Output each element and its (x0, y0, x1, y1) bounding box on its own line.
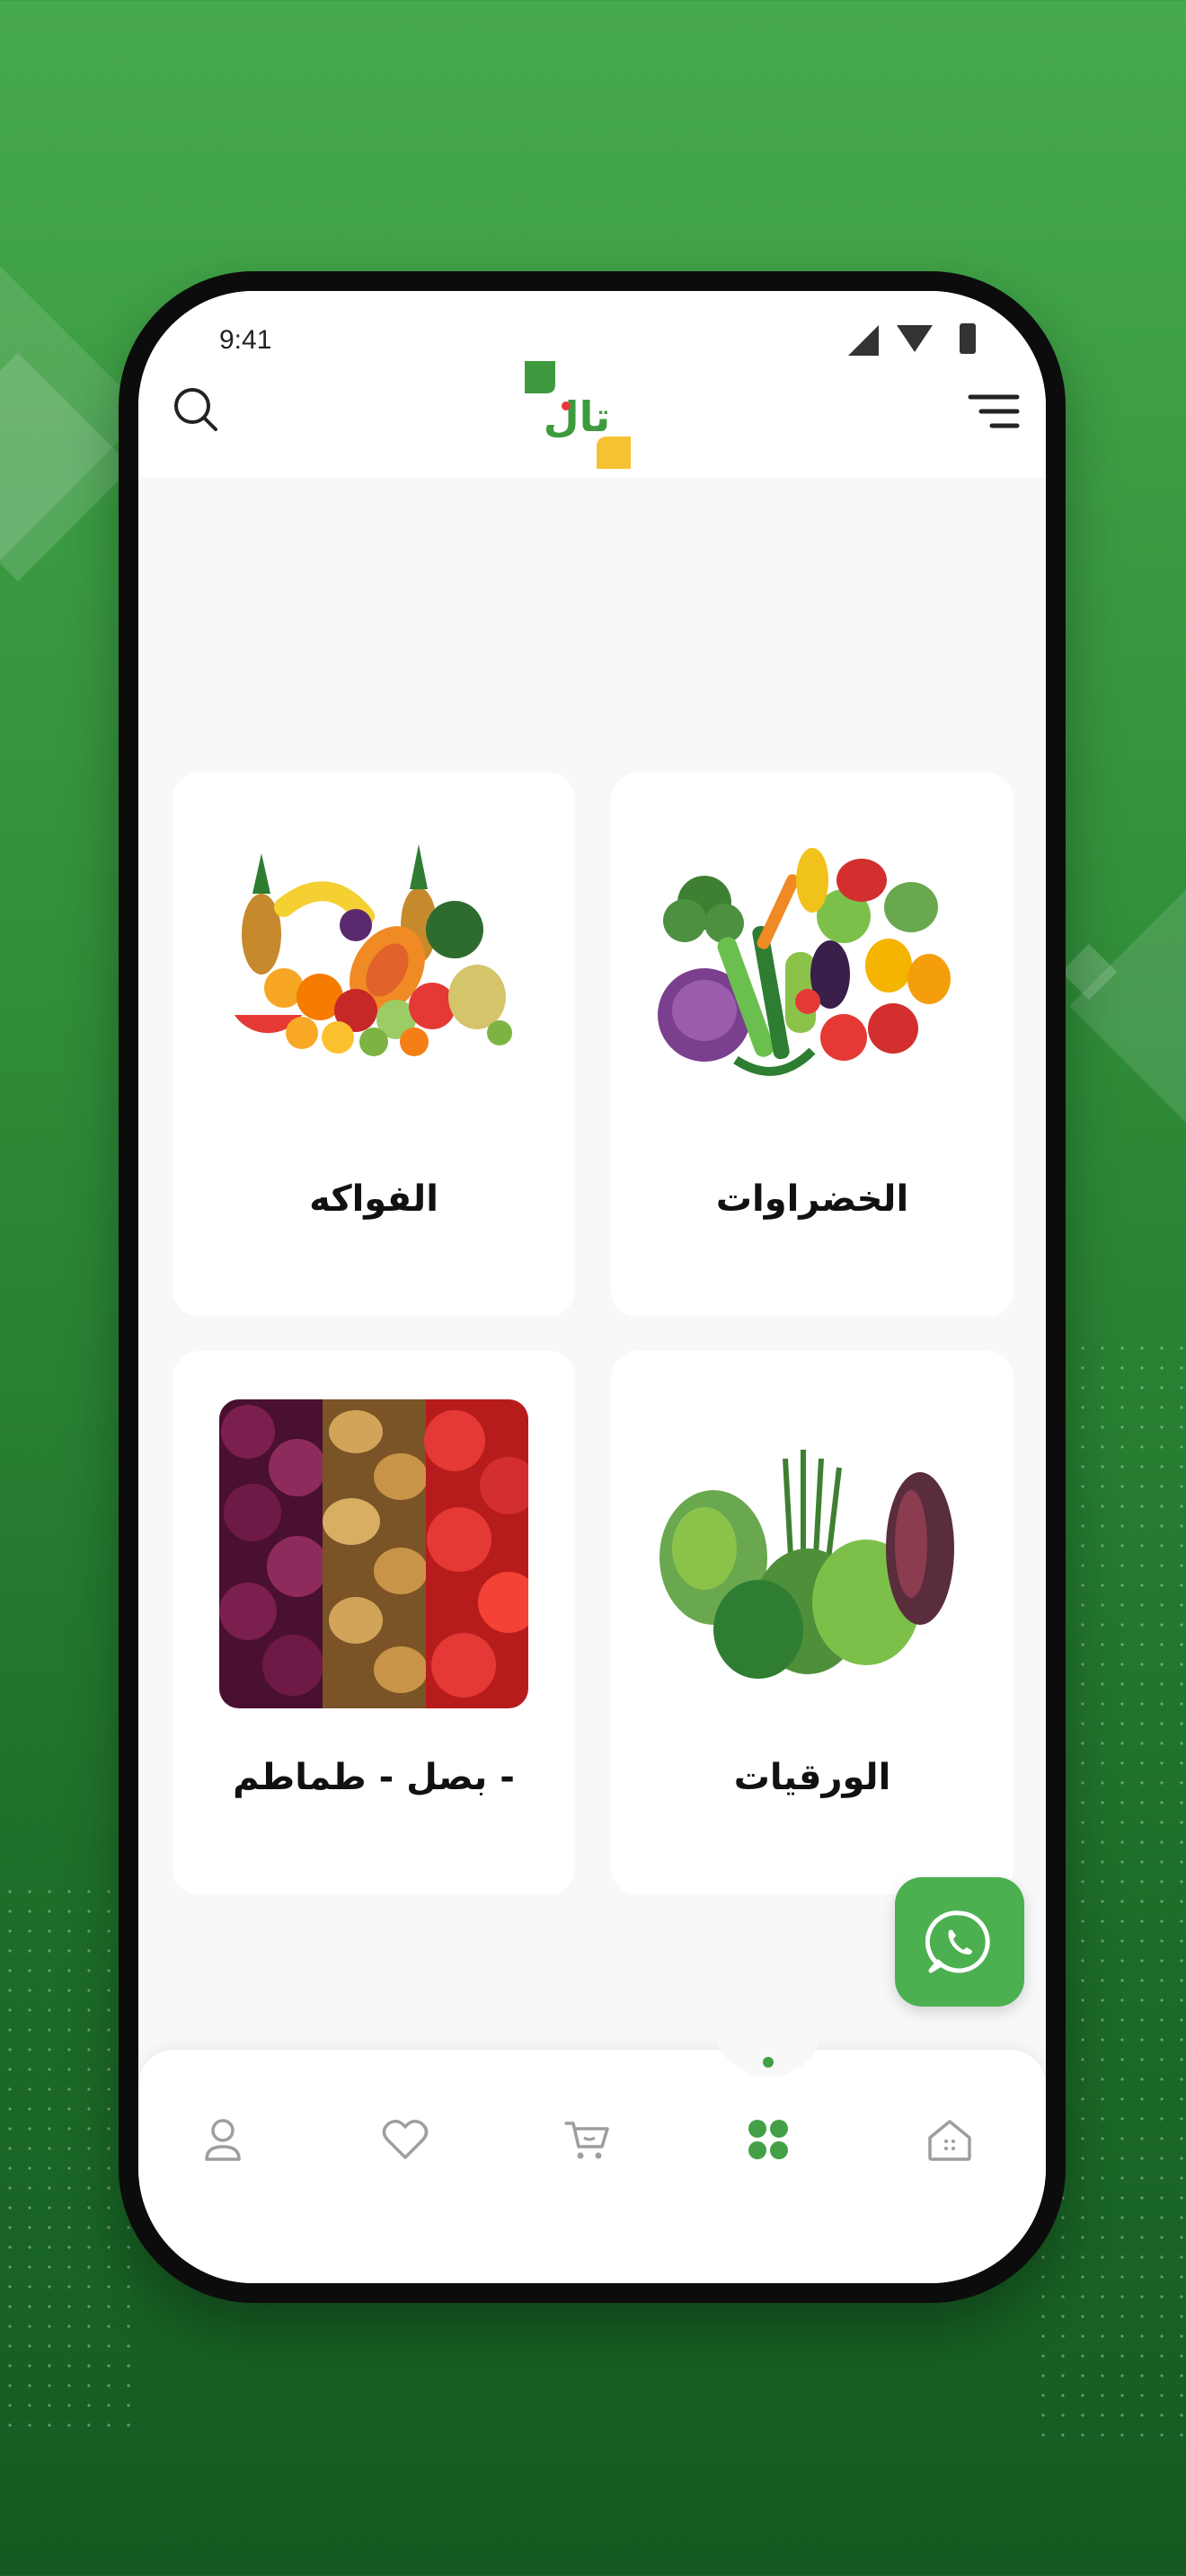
tab-profile[interactable] (187, 2104, 259, 2175)
bottom-tab-bar (138, 2023, 1046, 2283)
cart-icon (564, 2122, 609, 2159)
active-tab-dot (763, 2057, 774, 2068)
category-label: بصل - طماطم - (233, 1757, 515, 1798)
status-time: 9:41 (219, 325, 272, 355)
vegetables-image (658, 848, 951, 1076)
menu-icon (968, 394, 1020, 428)
category-card-vegetables[interactable]: الخضراوات (611, 772, 1013, 1317)
wifi-icon (897, 325, 933, 352)
category-card-fruits[interactable]: الفواكه (173, 772, 575, 1317)
fruits-image (235, 844, 512, 1056)
background-dots (0, 1882, 135, 2439)
leafy-greens-image (659, 1450, 954, 1679)
home-icon (928, 2120, 971, 2161)
category-label: الورقيات (733, 1757, 891, 1798)
tab-favorites[interactable] (369, 2104, 441, 2175)
category-card-onion-potato-tomato[interactable]: بصل - طماطم - (173, 1351, 575, 1895)
whatsapp-icon (925, 1910, 990, 1973)
tab-cart[interactable] (552, 2104, 624, 2175)
svg-text:تال: تال (544, 393, 610, 441)
menu-button[interactable] (961, 384, 1024, 438)
onion-potato-tomato-image (219, 1399, 528, 1708)
tab-home[interactable] (914, 2104, 986, 2175)
search-icon (174, 388, 217, 431)
app-logo: تال (525, 361, 651, 478)
background-shape (1069, 853, 1186, 1159)
app-screen: 9:41 تال الخضراوات الفواكه الورقيات بصل … (138, 291, 1046, 2283)
search-button[interactable] (167, 381, 230, 444)
profile-icon (205, 2119, 241, 2161)
categories-icon (748, 2120, 788, 2159)
category-card-leafy-greens[interactable]: الورقيات (611, 1351, 1013, 1895)
signal-icon (848, 325, 879, 356)
logo-mark: تال (525, 361, 631, 469)
battery-icon (960, 323, 976, 354)
category-label: الفواكه (309, 1178, 438, 1220)
heart-icon (382, 2120, 429, 2159)
tab-categories[interactable] (732, 2104, 804, 2175)
phone-frame: 9:41 تال الخضراوات الفواكه الورقيات بصل … (119, 271, 1066, 2303)
category-label: الخضراوات (715, 1178, 909, 1220)
tab-notch (713, 2023, 823, 2077)
top-bar: 9:41 تال (138, 291, 1046, 478)
whatsapp-button[interactable] (895, 1877, 1024, 2007)
